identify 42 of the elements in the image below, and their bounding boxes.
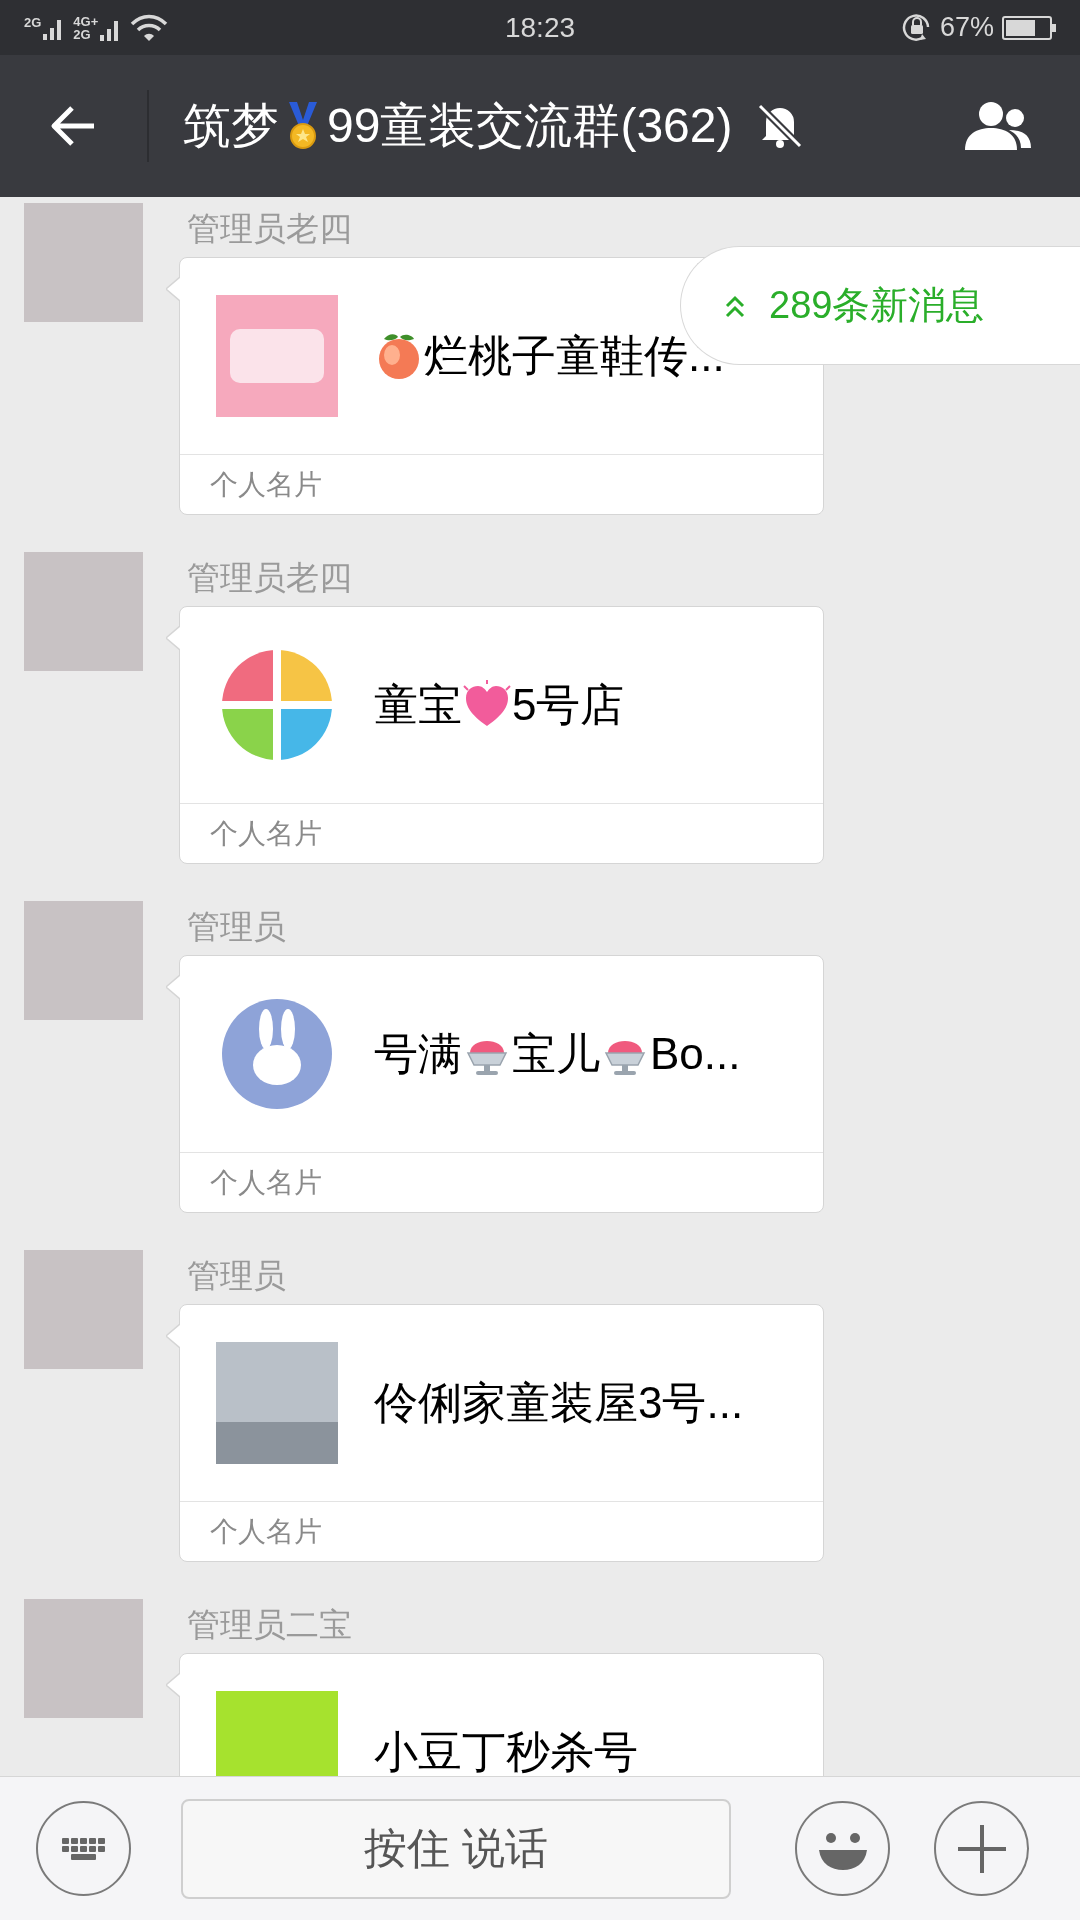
sender-name: 管理员老四 [186, 209, 353, 249]
title-text: Bo... [650, 1032, 741, 1076]
double-chevron-up-icon [725, 293, 745, 318]
sender-name: 管理员老四 [186, 558, 353, 598]
title-text: 5号店 [512, 683, 625, 727]
bubble-tail [166, 1324, 180, 1348]
contact-card[interactable]: 号满 宝儿 Bo... 个人名片 [179, 955, 824, 1213]
network-label: 2G [73, 27, 92, 41]
rotation-lock-icon [901, 12, 932, 43]
title-text: 小豆丁秒杀号 [374, 1730, 638, 1774]
battery-percent: 67% [939, 11, 994, 45]
sender-name: 管理员 [186, 907, 287, 947]
title-text: 99童装交流群(362) [327, 98, 733, 154]
bubble-tail [166, 626, 180, 650]
network-label: 2G [24, 15, 42, 29]
title-text: 童宝 [374, 683, 462, 727]
plus-button[interactable] [934, 1801, 1029, 1896]
clock-time: 18:23 [504, 10, 576, 45]
sender-name: 管理员二宝 [186, 1605, 353, 1645]
network-label: 4G+ [73, 14, 99, 28]
emoji-button[interactable] [795, 1801, 890, 1896]
title-text: 宝儿 [512, 1032, 600, 1076]
bubble-tail [166, 277, 180, 301]
title-text: 筑梦 [183, 98, 279, 154]
bubble-tail [166, 975, 180, 999]
keyboard-icon [62, 1837, 105, 1860]
title-text: 伶俐家童装屋3号... [374, 1381, 744, 1425]
battery-icon [1002, 14, 1056, 41]
bubble-tail [166, 1673, 180, 1697]
sender-name: 管理员 [186, 1256, 287, 1296]
contact-card[interactable]: 童宝 5号店 个人名片 [179, 606, 824, 864]
card-type-label: 个人名片 [210, 816, 322, 851]
card-type-label: 个人名片 [210, 1165, 322, 1200]
card-type-label: 个人名片 [210, 467, 322, 502]
contact-card[interactable]: 伶俐家童装屋3号... 个人名片 [179, 1304, 824, 1562]
title-text: 号满 [374, 1032, 462, 1076]
keyboard-button[interactable] [36, 1801, 131, 1896]
wifi-icon [130, 13, 169, 42]
plus-icon [957, 1824, 1006, 1873]
hold-to-talk-button[interactable]: 按住 说话 [181, 1798, 731, 1899]
card-type-label: 个人名片 [210, 1514, 322, 1549]
contact-card[interactable]: 小豆丁秒杀号 [179, 1653, 824, 1776]
